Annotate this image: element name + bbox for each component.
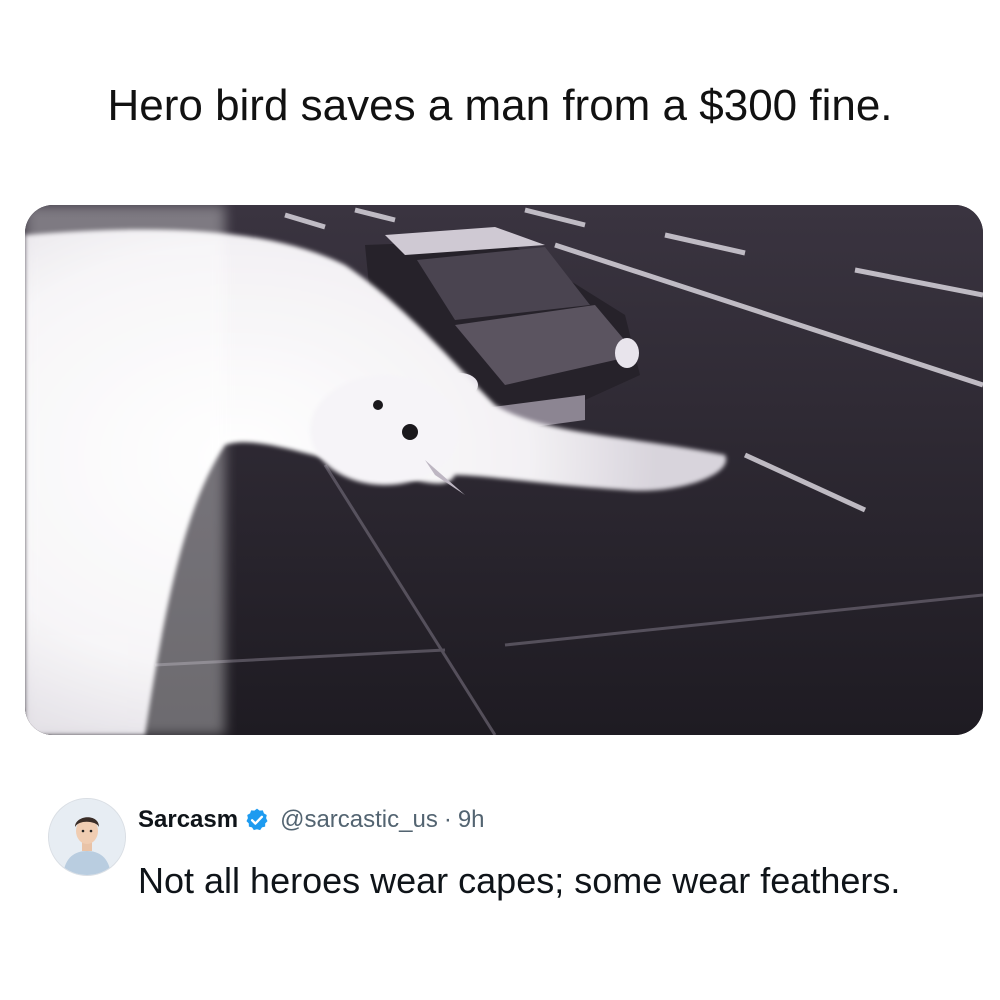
handle[interactable]: @sarcastic_us bbox=[280, 800, 438, 840]
separator-dot: · bbox=[443, 806, 452, 833]
photo-illustration bbox=[25, 205, 983, 735]
avatar[interactable] bbox=[48, 798, 126, 876]
display-name[interactable]: Sarcasm bbox=[138, 800, 238, 840]
timestamp[interactable]: 9h bbox=[458, 800, 485, 840]
headline: Hero bird saves a man from a $300 fine. bbox=[107, 81, 893, 130]
profile-photo bbox=[49, 799, 125, 875]
verified-badge-icon bbox=[244, 807, 270, 833]
bird-and-car-photo[interactable] bbox=[25, 205, 983, 735]
tweet-header: Sarcasm @sarcastic_us · 9h bbox=[138, 800, 485, 840]
tweet-text: Not all heroes wear capes; some wear fea… bbox=[138, 860, 901, 901]
